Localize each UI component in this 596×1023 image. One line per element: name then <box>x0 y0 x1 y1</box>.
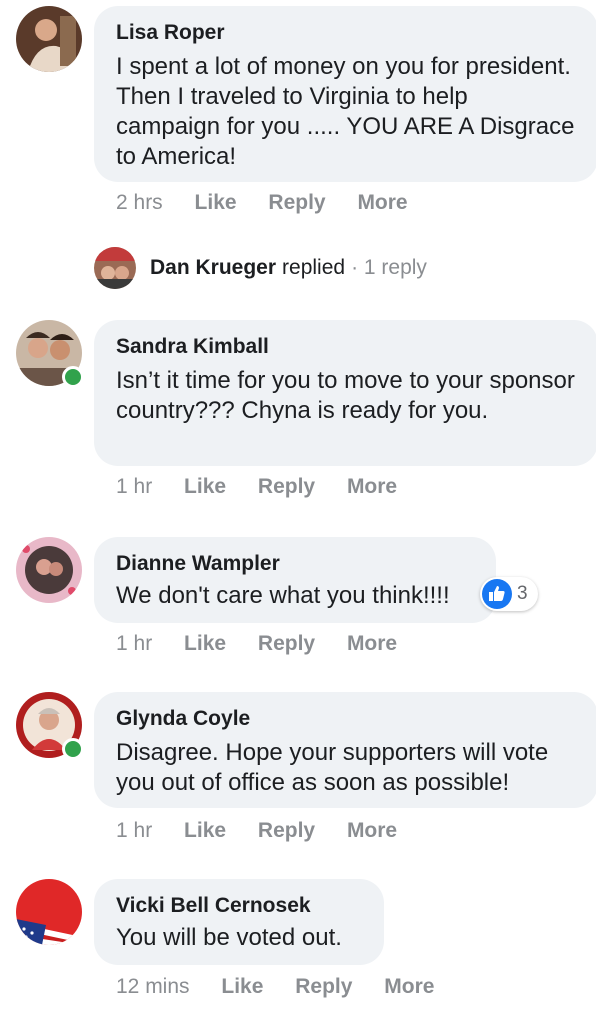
comment-bubble: Sandra Kimball Isn’t it time for you to … <box>94 320 596 466</box>
comment-actions: 1 hr Like Reply More <box>116 819 423 843</box>
comment-text: We don't care what you think!!!! <box>116 582 450 609</box>
reply-verb: replied <box>282 256 346 279</box>
comment-bubble: Vicki Bell Cernosek You will be voted ou… <box>94 879 384 965</box>
like-button[interactable]: Like <box>184 475 226 498</box>
comment-author[interactable]: Vicki Bell Cernosek <box>116 893 362 919</box>
avatar[interactable] <box>16 6 82 72</box>
avatar[interactable] <box>16 879 82 945</box>
comment-actions: 2 hrs Like Reply More <box>116 191 434 215</box>
reply-button[interactable]: Reply <box>295 975 352 998</box>
comment-author[interactable]: Dianne Wampler <box>116 551 474 577</box>
like-button[interactable]: Like <box>184 632 226 655</box>
comment-actions: 12 mins Like Reply More <box>116 975 460 999</box>
comment-timestamp[interactable]: 2 hrs <box>116 191 163 214</box>
online-status-indicator <box>62 738 84 760</box>
more-button[interactable]: More <box>384 975 434 998</box>
comment-bubble: Glynda Coyle Disagree. Hope your support… <box>94 692 596 808</box>
more-button[interactable]: More <box>347 632 397 655</box>
comment-text: I spent a lot of money on you for presid… <box>116 53 575 170</box>
comment-timestamp[interactable]: 1 hr <box>116 475 152 498</box>
reaction-count-badge[interactable]: 3 <box>480 577 538 611</box>
comment-bubble: Dianne Wampler We don't care what you th… <box>94 537 496 623</box>
reply-thread-link[interactable]: Dan Krueger replied · 1 reply <box>94 247 427 289</box>
avatar <box>94 247 136 289</box>
more-button[interactable]: More <box>357 191 407 214</box>
comment-actions: 1 hr Like Reply More <box>116 632 423 656</box>
comment-text: You will be voted out. <box>116 924 342 951</box>
reaction-count: 3 <box>517 583 528 604</box>
more-button[interactable]: More <box>347 819 397 842</box>
comment-text: Isn’t it time for you to move to your sp… <box>116 367 575 424</box>
comment-actions: 1 hr Like Reply More <box>116 475 423 499</box>
avatar[interactable] <box>16 537 82 603</box>
reply-button[interactable]: Reply <box>258 475 315 498</box>
reply-button[interactable]: Reply <box>258 819 315 842</box>
online-status-indicator <box>62 366 84 388</box>
reply-count[interactable]: · 1 reply <box>351 256 427 280</box>
reply-author[interactable]: Dan Krueger <box>150 256 276 280</box>
like-button[interactable]: Like <box>184 819 226 842</box>
comment-timestamp[interactable]: 1 hr <box>116 632 152 655</box>
comment-author[interactable]: Glynda Coyle <box>116 706 576 732</box>
comment-text: Disagree. Hope your supporters will vote… <box>116 739 549 796</box>
comment-timestamp[interactable]: 1 hr <box>116 819 152 842</box>
reply-button[interactable]: Reply <box>258 632 315 655</box>
reply-button[interactable]: Reply <box>268 191 325 214</box>
like-button[interactable]: Like <box>195 191 237 214</box>
thumbs-up-icon <box>482 579 512 609</box>
comment-timestamp[interactable]: 12 mins <box>116 975 190 998</box>
comment-bubble: Lisa Roper I spent a lot of money on you… <box>94 6 596 182</box>
comment-author[interactable]: Sandra Kimball <box>116 334 576 360</box>
more-button[interactable]: More <box>347 475 397 498</box>
comment-author[interactable]: Lisa Roper <box>116 20 576 46</box>
like-button[interactable]: Like <box>221 975 263 998</box>
